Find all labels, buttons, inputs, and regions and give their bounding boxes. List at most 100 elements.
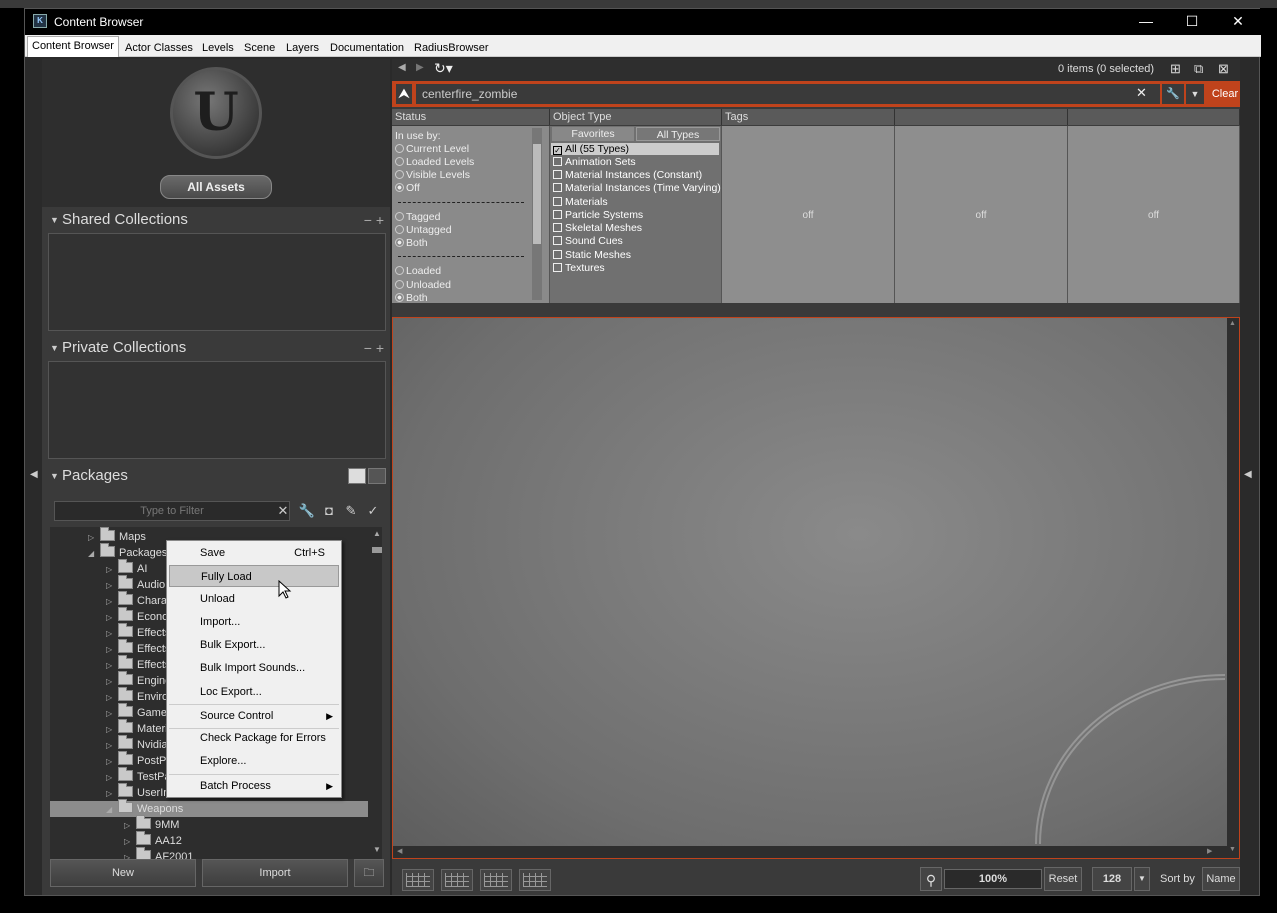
- tree-item[interactable]: ▷ 9MM: [124, 815, 179, 833]
- type-static-meshes[interactable]: Static Meshes: [553, 249, 631, 261]
- tag-column-1[interactable]: off: [722, 126, 895, 303]
- tab-content-browser[interactable]: Content Browser: [27, 36, 119, 57]
- expand-icon[interactable]: ▷: [106, 690, 118, 706]
- close-panel-icon[interactable]: ⊠: [1218, 61, 1229, 77]
- view-large-grid-icon[interactable]: [402, 869, 434, 891]
- tree-view-icon[interactable]: [348, 468, 366, 484]
- collapse-icon[interactable]: ◢: [106, 802, 118, 818]
- back-icon[interactable]: ◀: [398, 62, 406, 73]
- checkmark-icon[interactable]: ✓: [364, 501, 382, 521]
- tag-column-3[interactable]: off: [1068, 126, 1240, 303]
- expand-icon[interactable]: ▷: [106, 594, 118, 610]
- tab-documentation[interactable]: Documentation: [325, 38, 409, 56]
- private-collections-header[interactable]: ▼ Private Collections − +: [42, 337, 390, 359]
- zoom-icon[interactable]: ⚲: [920, 867, 942, 891]
- tag-column-2[interactable]: off: [895, 126, 1068, 303]
- view-small-grid-icon[interactable]: [480, 869, 512, 891]
- expand-icon[interactable]: ▷: [106, 562, 118, 578]
- zoom-level[interactable]: 100%: [944, 869, 1042, 889]
- tab-levels[interactable]: Levels: [197, 38, 239, 56]
- close-button[interactable]: ✕: [1215, 9, 1261, 35]
- thumbnail-size-dropdown-icon[interactable]: ▼: [1134, 867, 1150, 891]
- expand-icon[interactable]: ▷: [106, 770, 118, 786]
- type-materials[interactable]: Materials: [553, 196, 608, 208]
- status-load-both[interactable]: Both: [395, 292, 428, 302]
- expand-icon[interactable]: ▷: [106, 706, 118, 722]
- expand-icon[interactable]: ▷: [106, 642, 118, 658]
- type-textures[interactable]: Textures: [553, 262, 605, 274]
- type-all[interactable]: ✓ All (55 Types): [551, 143, 719, 155]
- menu-item-explore[interactable]: Explore...: [169, 750, 339, 772]
- expand-icon[interactable]: ▷: [106, 610, 118, 626]
- collapse-icon[interactable]: ◢: [88, 546, 100, 562]
- new-window-icon[interactable]: ⊞: [1170, 61, 1181, 77]
- viewport-hscrollbar[interactable]: ◀ ▶: [393, 846, 1227, 858]
- menu-item-fully-load[interactable]: Fully Load: [169, 565, 339, 587]
- all-assets-button[interactable]: All Assets: [160, 175, 272, 199]
- expand-icon[interactable]: ▷: [124, 834, 136, 850]
- status-both[interactable]: Both: [395, 237, 428, 249]
- menu-item-batch-process[interactable]: Batch Process ▶: [169, 775, 339, 797]
- type-skeletal-meshes[interactable]: Skeletal Meshes: [553, 222, 642, 234]
- search-options-icon[interactable]: 🔧: [1162, 84, 1184, 104]
- clear-filter-icon[interactable]: ✕: [274, 501, 292, 521]
- status-off[interactable]: Off: [395, 182, 420, 194]
- menu-item-loc-export[interactable]: Loc Export...: [169, 681, 339, 703]
- tree-item-weapons[interactable]: ◢ Weapons: [50, 799, 368, 818]
- search-input[interactable]: centerfire_zombie: [416, 84, 1160, 104]
- collapse-left-icon[interactable]: ◀: [30, 469, 38, 480]
- tab-layers[interactable]: Layers: [281, 38, 324, 56]
- tab-actor-classes[interactable]: Actor Classes: [120, 38, 198, 56]
- tree-item-maps[interactable]: ▷ Maps: [88, 527, 146, 545]
- favorites-tab[interactable]: Favorites: [552, 127, 634, 141]
- asset-viewport[interactable]: ▲ ▼ ◀ ▶: [392, 317, 1240, 859]
- popout-icon[interactable]: ⧉: [1194, 61, 1203, 77]
- menu-item-import[interactable]: Import...: [169, 611, 339, 633]
- expand-icon[interactable]: ▷: [106, 674, 118, 690]
- view-medium-grid-icon[interactable]: [441, 869, 473, 891]
- expand-icon[interactable]: ▷: [106, 658, 118, 674]
- scroll-thumb[interactable]: [533, 144, 541, 244]
- type-sound-cues[interactable]: Sound Cues: [553, 235, 623, 247]
- menu-item-source-control[interactable]: Source Control ▶: [169, 705, 339, 727]
- shared-collections-header[interactable]: ▼ Shared Collections − +: [42, 209, 390, 231]
- tab-scene[interactable]: Scene: [239, 38, 280, 56]
- type-animation-sets[interactable]: Animation Sets: [553, 156, 636, 168]
- expand-icon[interactable]: ▷: [106, 786, 118, 802]
- status-untagged[interactable]: Untagged: [395, 224, 452, 236]
- scroll-thumb[interactable]: [372, 547, 382, 553]
- scroll-down-icon[interactable]: ▼: [1229, 846, 1236, 853]
- tree-scrollbar[interactable]: ▲ ▼: [372, 527, 382, 859]
- view-tiny-grid-icon[interactable]: [519, 869, 551, 891]
- menu-item-save[interactable]: Save Ctrl+S: [169, 542, 339, 564]
- viewport-vscrollbar[interactable]: ▲ ▼: [1227, 318, 1239, 858]
- open-folder-button[interactable]: 🗀: [354, 859, 384, 887]
- reset-zoom-button[interactable]: Reset: [1044, 867, 1082, 891]
- wrench-icon[interactable]: 🔧: [298, 501, 316, 521]
- collapse-filters-icon[interactable]: ⮝: [396, 84, 412, 104]
- clear-button[interactable]: Clear: [1210, 84, 1240, 104]
- maximize-button[interactable]: ☐: [1169, 9, 1215, 35]
- sort-by-select[interactable]: Name: [1202, 867, 1240, 891]
- menu-item-bulk-export[interactable]: Bulk Export...: [169, 634, 339, 656]
- shared-collections-list[interactable]: [48, 233, 386, 331]
- status-scrollbar[interactable]: [532, 128, 542, 300]
- tab-radius-browser[interactable]: RadiusBrowser: [409, 38, 494, 56]
- import-button[interactable]: Import: [202, 859, 348, 887]
- expand-icon[interactable]: ▷: [106, 626, 118, 642]
- type-particle-systems[interactable]: Particle Systems: [553, 209, 643, 221]
- tree-item[interactable]: ▷ AA12: [124, 831, 182, 850]
- clear-search-icon[interactable]: ✕: [1136, 85, 1147, 101]
- status-unloaded[interactable]: Unloaded: [395, 279, 451, 291]
- refresh-icon[interactable]: ↻▾: [434, 60, 453, 77]
- scroll-right-icon[interactable]: ▶: [1207, 847, 1212, 855]
- list-view-icon[interactable]: [368, 468, 386, 484]
- status-loaded-levels[interactable]: Loaded Levels: [395, 156, 474, 168]
- pencil-icon[interactable]: ✎: [342, 501, 360, 521]
- packages-header[interactable]: ▼ Packages: [42, 465, 390, 487]
- camera-icon[interactable]: ◘: [320, 501, 338, 521]
- thumbnail-size-select[interactable]: 128: [1092, 867, 1132, 891]
- status-visible-levels[interactable]: Visible Levels: [395, 169, 470, 181]
- private-collections-list[interactable]: [48, 361, 386, 459]
- tree-item-packages[interactable]: ◢ Packages: [88, 543, 167, 562]
